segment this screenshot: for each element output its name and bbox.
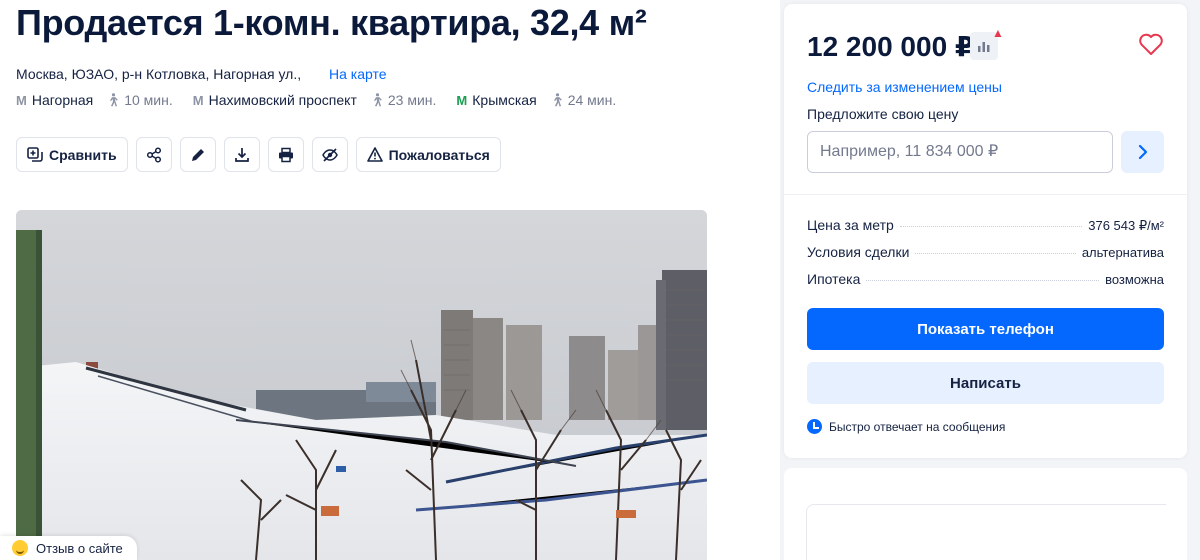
metro-icon: М [192,92,204,108]
print-button[interactable] [267,137,304,172]
fact-key: Цена за метр [807,217,894,233]
hide-button[interactable] [311,137,348,172]
fact-value: альтернатива [1081,245,1164,260]
secondary-card-inner [806,504,1166,560]
metro-station[interactable]: М Нагорная 10 мин. [16,92,173,108]
listing-toolbar: Сравнить Пожаловаться [16,137,501,172]
price-card: 12 200 000 ₽ ▲ Следить за изменением цен… [784,4,1187,458]
compare-label: Сравнить [49,146,117,163]
write-message-button[interactable]: Написать [807,362,1164,404]
page-title: Продается 1-комн. квартира, 32,4 м² [16,2,647,43]
metro-stations: М Нагорная 10 мин. М Нахимовский проспек… [16,92,636,108]
feedback-button[interactable]: Отзыв о сайте [0,536,137,560]
fact-row: Ипотека возможна [807,271,1164,298]
secondary-card [784,468,1187,560]
hide-icon [321,147,338,162]
show-phone-button[interactable]: Показать телефон [807,308,1164,350]
bar-chart-icon [978,42,990,52]
feedback-label: Отзыв о сайте [36,540,123,556]
chevron-right-icon [1138,144,1147,160]
metro-station[interactable]: М Нахимовский проспект 23 мин. [193,92,437,108]
listing-main: Продается 1-комн. квартира, 32,4 м² Моск… [0,0,780,560]
complain-label: Пожаловаться [388,146,490,163]
fact-value: возможна [1105,272,1164,287]
fact-leader [899,226,1083,227]
walk-minutes: 10 мин. [124,92,173,108]
edit-button[interactable] [179,137,216,172]
offer-submit-button[interactable] [1121,131,1164,173]
metro-icon: М [456,92,468,108]
metro-name: Нахимовский проспект [208,92,357,108]
walking-icon [110,93,119,107]
price-up-icon: ▲ [992,26,1004,40]
price-facts: Цена за метр 376 543 ₽/м² Условия сделки… [807,217,1164,298]
offer-price-label: Предложите свою цену [807,106,959,122]
print-icon [278,147,293,162]
download-button[interactable] [223,137,260,172]
walk-minutes: 24 мин. [567,92,617,108]
favorite-icon[interactable] [1138,32,1164,56]
metro-name: Крымская [472,92,537,108]
follow-price-link[interactable]: Следить за изменением цены [807,79,1002,95]
download-icon [234,147,249,162]
fact-value: 376 543 ₽/м² [1088,218,1164,233]
walk-minutes: 23 мин. [387,92,437,108]
edit-icon [191,148,204,161]
fast-reply-note: Быстро отвечает на сообщения [807,419,1005,434]
clock-icon [807,419,822,434]
smile-icon [12,540,28,556]
walk-time: 24 мин. [551,92,617,108]
metro-name: Нагорная [31,92,94,108]
walk-time: 23 мин. [371,92,437,108]
divider [784,194,1187,195]
fact-key: Ипотека [807,271,861,287]
fact-row: Цена за метр 376 543 ₽/м² [807,217,1164,244]
share-icon [146,146,161,163]
offer-price-input[interactable] [807,131,1113,173]
compare-button[interactable]: Сравнить [16,137,128,172]
metro-icon: М [16,92,27,108]
walking-icon [373,93,382,107]
address[interactable]: Москва, ЮЗАО, р-н Котловка, Нагорная ул.… [16,66,301,82]
complain-button[interactable]: Пожаловаться [355,137,501,172]
price: 12 200 000 ₽ [807,31,975,62]
share-button[interactable] [135,137,172,172]
fast-reply-label: Быстро отвечает на сообщения [829,419,1006,434]
fact-key: Условия сделки [807,244,910,260]
warning-icon [366,147,383,162]
fact-leader [915,253,1076,254]
map-link[interactable]: На карте [329,66,387,82]
fact-row: Условия сделки альтернатива [807,244,1164,271]
walk-time: 10 мин. [107,92,173,108]
fact-leader [866,280,1100,281]
photo-winter-view [16,210,707,560]
compare-icon [27,146,43,162]
metro-station[interactable]: М Крымская 24 мин. [456,92,616,108]
walking-icon [553,93,562,107]
listing-photo[interactable] [16,210,707,560]
